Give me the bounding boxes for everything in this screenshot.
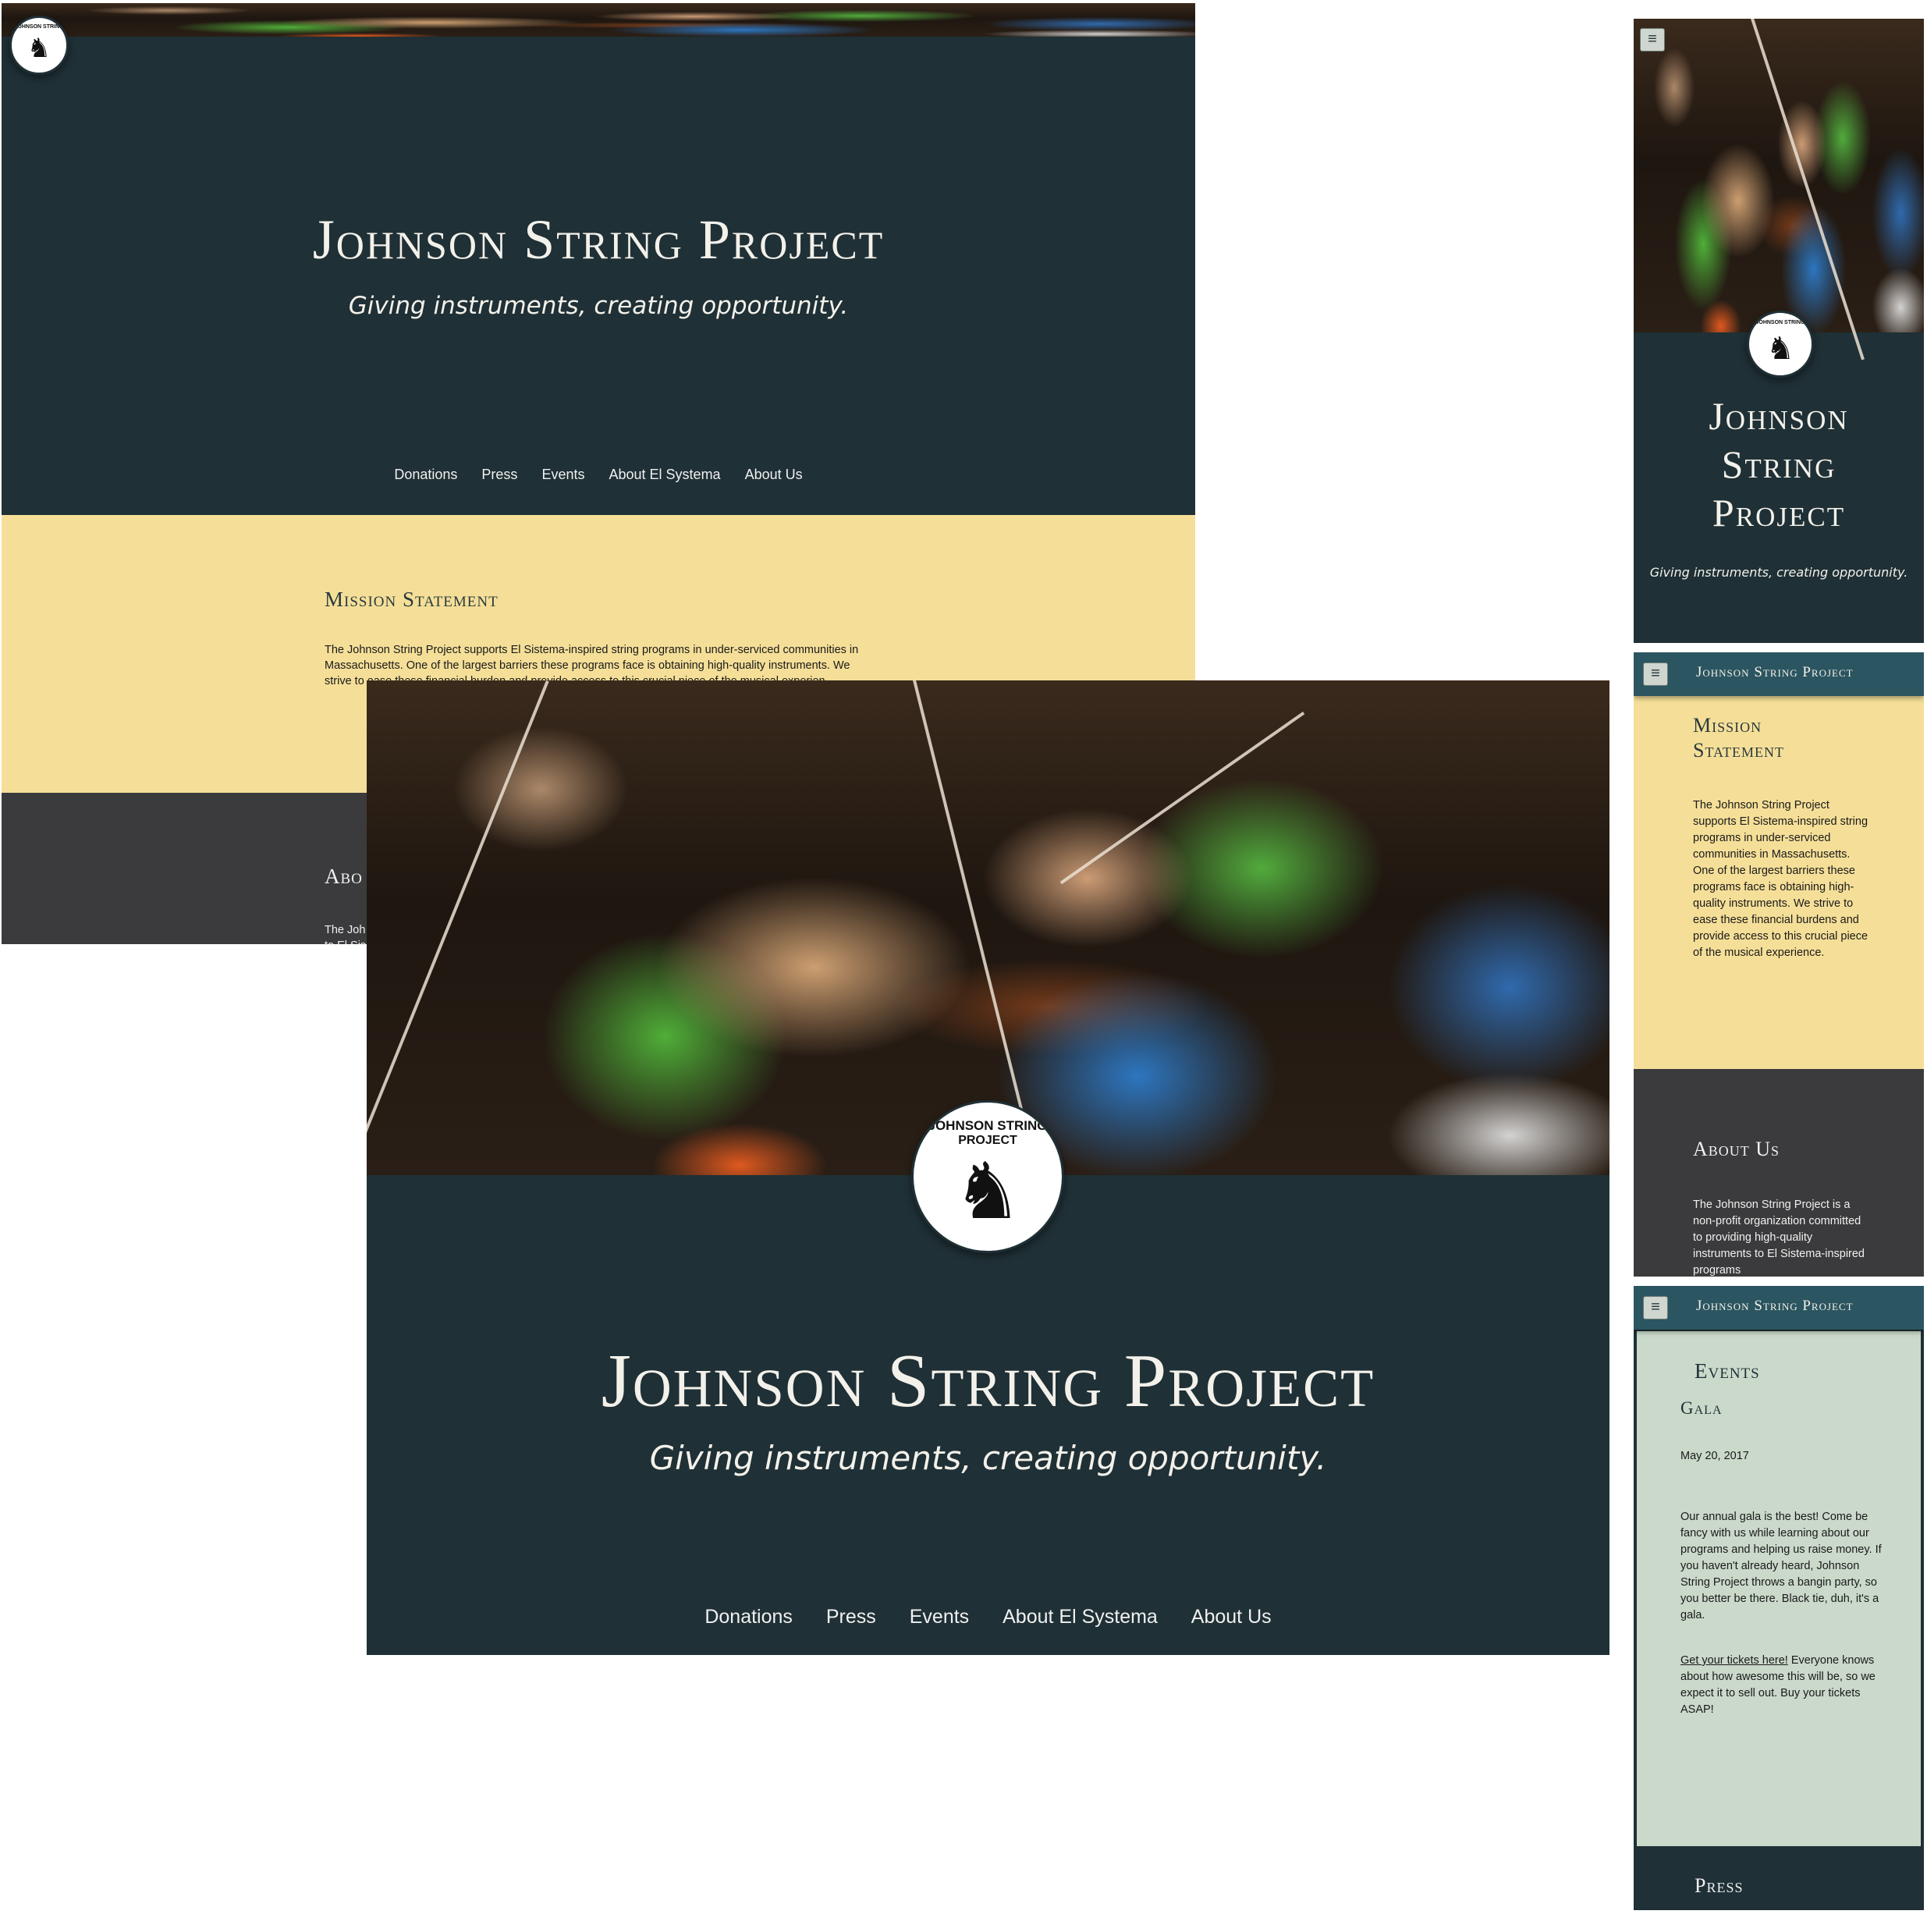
mission-text: The Johnson String Project supports El S… [1693, 799, 1868, 959]
tagline: Giving instruments, creating opportunity… [1649, 565, 1908, 580]
page-title: Johnson String Project [312, 208, 885, 271]
mobile-mission-screenshot: ≡ Johnson String Project Mission Stateme… [1634, 652, 1924, 1277]
header-title[interactable]: Johnson String Project [1696, 664, 1854, 681]
nav-press[interactable]: Press [826, 1606, 876, 1628]
main-nav: Donations Press Events About El Systema … [2, 467, 1195, 483]
logo-text-bottom: PROJECT [958, 1134, 1017, 1147]
nav-about-el-systema[interactable]: About El Systema [1003, 1606, 1158, 1628]
nav-press[interactable]: Press [481, 467, 517, 483]
hamburger-menu-icon[interactable]: ≡ [1643, 662, 1668, 686]
mobile-events-screenshot: ≡ Johnson String Project Events Gala May… [1634, 1286, 1924, 1910]
nav-about-us[interactable]: About Us [745, 467, 803, 483]
about-heading: Abo [325, 865, 363, 888]
event-title: Gala [1680, 1398, 1723, 1418]
nav-about-el-systema[interactable]: About El Systema [609, 467, 721, 483]
about-text: The Johnson String Project is a non-prof… [1693, 1199, 1865, 1277]
logo-text: JOHNSON STRING [1755, 320, 1805, 325]
tagline: Giving instruments, creating opportunity… [649, 1439, 1327, 1477]
hero-screenshot: JOHNSON STRING PROJECT ♞ Johnson String … [367, 680, 1609, 1655]
event-tickets: Get your tickets here! Everyone knows ab… [1680, 1653, 1882, 1718]
about-text-line-1: The Joh [325, 924, 366, 936]
event-description: Our annual gala is the best! Come be fan… [1680, 1511, 1882, 1621]
hamburger-menu-icon[interactable]: ≡ [1643, 1296, 1668, 1319]
violin-bow [367, 680, 549, 1203]
hamburger-menu-icon[interactable]: ≡ [1640, 28, 1665, 51]
mobile-hero-screenshot: ≡ JOHNSON STRING ♞ Johnson String Projec… [1634, 19, 1924, 643]
logo-text-top: JOHNSON STRING [928, 1118, 1048, 1133]
tagline: Giving instruments, creating opportunity… [348, 292, 849, 320]
mission-heading: Mission Statement [1693, 714, 1785, 762]
logo-text: JOHNSON STRING [14, 24, 64, 30]
nav-about-us[interactable]: About Us [1191, 1606, 1272, 1628]
event-date: May 20, 2017 [1680, 1450, 1749, 1462]
about-text: The Joh to El Sis [325, 922, 366, 944]
violinist-silhouette-icon: ♞ [1766, 332, 1794, 366]
mobile-header: ≡ Johnson String Project [1634, 652, 1924, 696]
violinist-silhouette-icon: ♞ [27, 34, 51, 63]
nav-donations[interactable]: Donations [394, 467, 457, 483]
violin-bow [1059, 712, 1305, 885]
nav-events[interactable]: Events [541, 467, 584, 483]
press-heading: Press [1695, 1874, 1744, 1897]
site-logo[interactable]: JOHNSON STRING ♞ [1747, 311, 1814, 378]
violin-bow [1751, 19, 1865, 360]
mission-heading: Mission Statement [325, 588, 499, 611]
events-heading: Events [1695, 1359, 1760, 1383]
page-title: Johnson String Project [1709, 394, 1849, 534]
violinist-silhouette-icon: ♞ [953, 1148, 1023, 1235]
page-title: Johnson String Project [601, 1339, 1375, 1423]
mission-section: Mission Statement The Johnson String Pro… [1634, 696, 1924, 1069]
about-text-line-2: to El Sis [325, 938, 366, 944]
main-nav: Donations Press Events About El Systema … [367, 1606, 1609, 1628]
hero-photo-strip [2, 3, 1195, 37]
hero-photo [1634, 19, 1924, 360]
mobile-header: ≡ Johnson String Project [1634, 1286, 1924, 1330]
site-logo[interactable]: JOHNSON STRING ♞ [9, 16, 69, 75]
events-section: Events Gala May 20, 2017 Our annual gala… [1635, 1330, 1922, 1848]
site-logo[interactable]: JOHNSON STRING PROJECT ♞ [911, 1100, 1064, 1253]
tickets-link[interactable]: Get your tickets here! [1680, 1654, 1788, 1667]
about-heading: About Us [1693, 1138, 1780, 1160]
about-section: About Us The Johnson String Project is a… [1634, 1069, 1924, 1277]
nav-donations[interactable]: Donations [704, 1606, 793, 1628]
header-title[interactable]: Johnson String Project [1696, 1298, 1854, 1315]
nav-events[interactable]: Events [910, 1606, 969, 1628]
